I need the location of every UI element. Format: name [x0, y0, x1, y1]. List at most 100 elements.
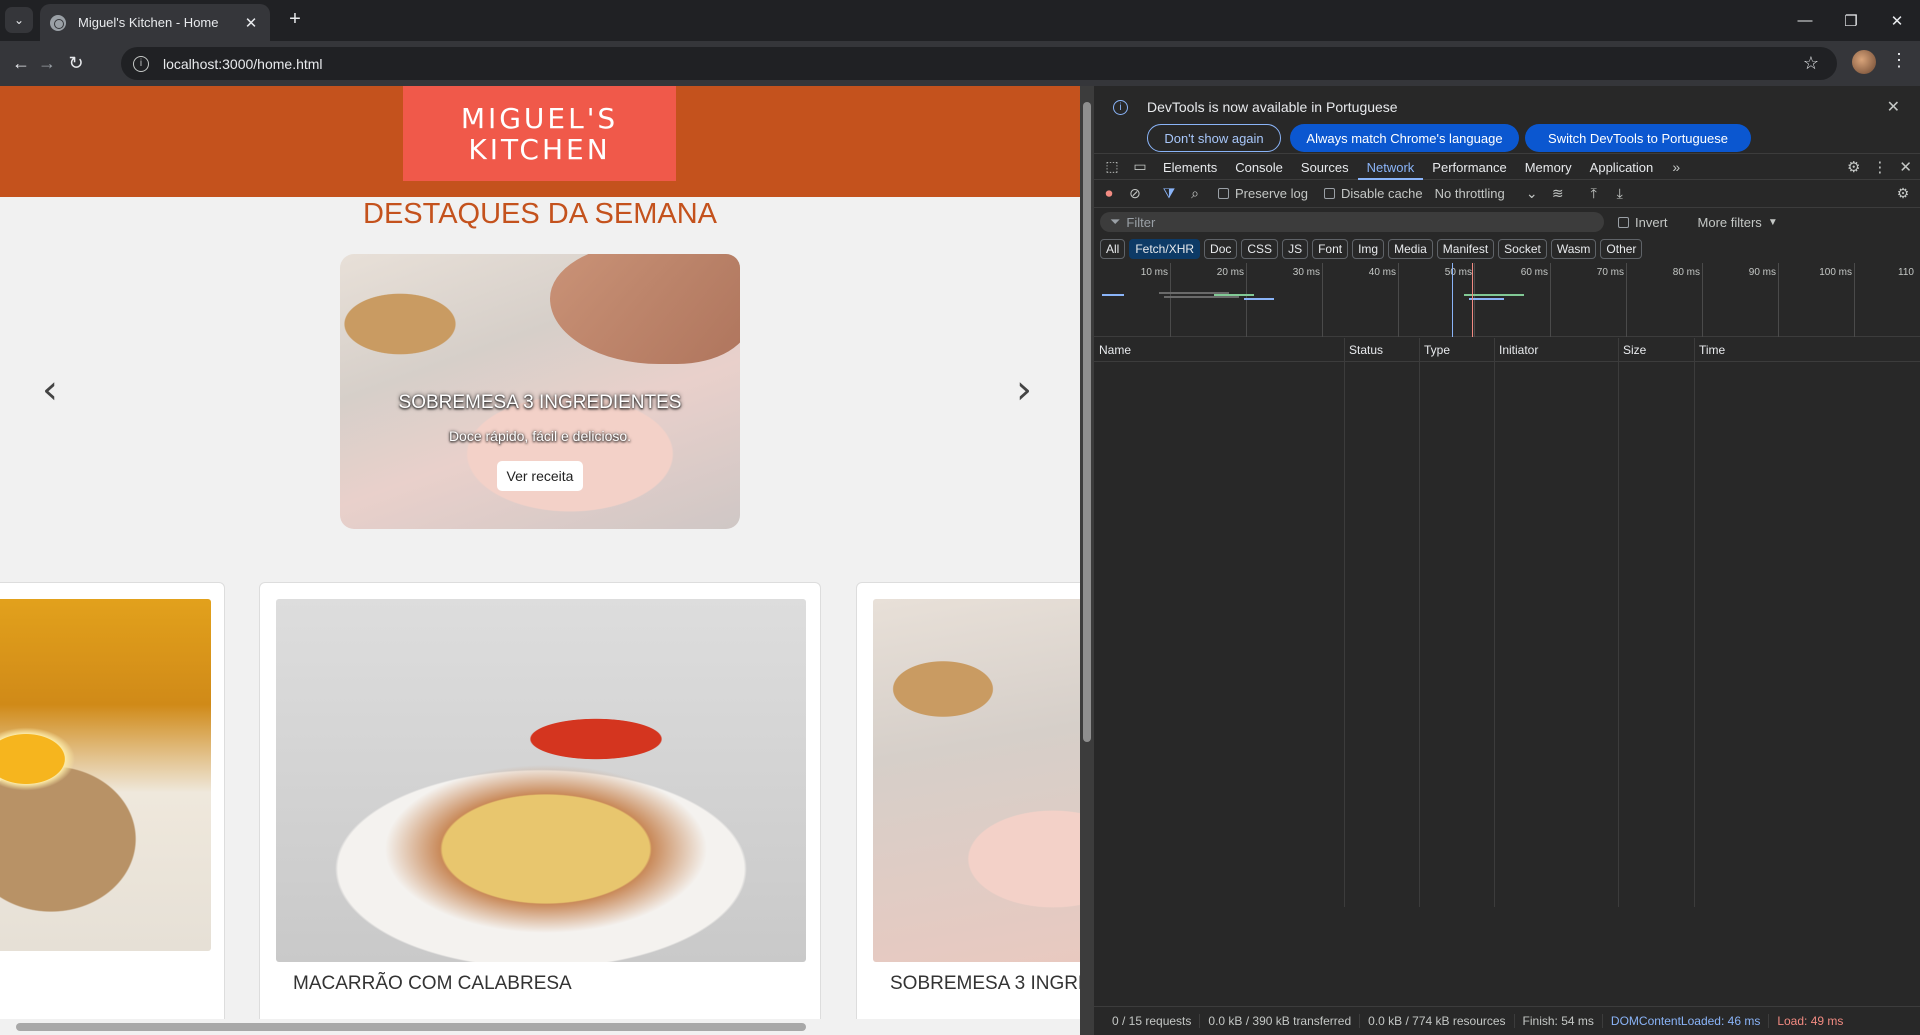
close-infobar-icon[interactable]: ✕ — [1887, 97, 1900, 117]
preserve-log-checkbox[interactable] — [1218, 188, 1229, 199]
vertical-scrollbar[interactable] — [1080, 86, 1094, 1035]
column-status[interactable]: Status — [1344, 338, 1383, 362]
export-har-icon[interactable]: ⤓ — [1607, 185, 1633, 202]
timeline-gridline — [1322, 263, 1323, 337]
disable-cache-checkbox[interactable] — [1323, 188, 1335, 199]
horizontal-scrollbar[interactable] — [0, 1019, 1080, 1035]
devtools-tabbar: ⬚ ▭ Elements Console Sources Network Per… — [1094, 154, 1920, 180]
tab-memory[interactable]: Memory — [1516, 154, 1581, 180]
forward-arrow-icon[interactable]: → — [34, 50, 60, 76]
tab-console[interactable]: Console — [1226, 154, 1292, 180]
recipe-photo — [873, 599, 1080, 962]
type-filter-fetch-xhr[interactable]: Fetch/XHR — [1129, 239, 1201, 259]
browser-toolbar: ← → ↻ i localhost:3000/home.html ☆ ⋮ — [0, 41, 1920, 86]
tab-network[interactable]: Network — [1357, 154, 1424, 180]
timeline-request-bar — [1102, 294, 1124, 296]
inspect-element-icon[interactable]: ⬚ — [1098, 158, 1126, 175]
device-toolbar-icon[interactable]: ▭ — [1126, 158, 1154, 175]
record-stop-icon[interactable]: ⏺ — [1096, 185, 1122, 202]
active-tab[interactable]: Miguel's Kitchen - Home ✕ — [40, 4, 270, 41]
tab-sources[interactable]: Sources — [1292, 154, 1358, 180]
tab-search-chevron-icon[interactable]: ⌄ — [5, 7, 33, 33]
recipe-card[interactable]: SOBREMESA 3 INGRE — [856, 582, 1080, 1035]
close-window-icon[interactable]: ✕ — [1874, 0, 1920, 41]
type-filter-wasm[interactable]: Wasm — [1550, 239, 1597, 259]
dont-show-again-button[interactable]: Don't show again — [1147, 124, 1281, 152]
language-message: DevTools is now available in Portuguese — [1147, 99, 1398, 115]
search-icon[interactable]: ⌕ — [1182, 185, 1208, 202]
network-overview-timeline[interactable]: 10 ms 20 ms 30 ms 40 ms 50 ms 60 ms 70 m… — [1094, 263, 1920, 337]
filter-funnel-icon[interactable]: ⧩ — [1156, 185, 1182, 202]
type-filter-font[interactable]: Font — [1312, 239, 1349, 259]
throttling-select[interactable]: No throttling — [1435, 186, 1505, 201]
type-filter-socket[interactable]: Socket — [1498, 239, 1547, 259]
back-arrow-icon[interactable]: ← — [8, 50, 34, 76]
devtools-actions: ⚙ ⋮ ✕ — [1847, 154, 1912, 180]
timeline-tick-label: 40 ms — [1368, 267, 1396, 278]
view-recipe-button[interactable]: Ver receita — [497, 461, 583, 491]
tab-title: Miguel's Kitchen - Home — [78, 15, 219, 30]
profile-avatar[interactable] — [1852, 50, 1876, 74]
throttling-chevron-icon[interactable]: ⌄ — [1519, 185, 1545, 202]
import-har-icon[interactable]: ⤒ — [1581, 185, 1607, 202]
recipe-photo — [276, 599, 806, 962]
address-bar[interactable]: i localhost:3000/home.html ☆ — [121, 47, 1837, 80]
more-tabs-icon[interactable]: » — [1662, 159, 1690, 175]
timeline-tick-label: 10 ms — [1140, 267, 1168, 278]
type-filter-doc[interactable]: Doc — [1204, 239, 1238, 259]
switch-to-portuguese-button[interactable]: Switch DevTools to Portuguese — [1525, 124, 1751, 152]
devtools-menu-icon[interactable]: ⋮ — [1872, 158, 1887, 176]
more-filters-chevron-icon[interactable]: ▼ — [1768, 217, 1778, 228]
timeline-gridline — [1246, 263, 1247, 337]
timeline-tick-label: 100 ms — [1819, 267, 1852, 278]
clear-icon[interactable]: ⊘ — [1122, 185, 1148, 202]
invert-checkbox[interactable] — [1618, 216, 1629, 228]
column-size[interactable]: Size — [1618, 338, 1646, 362]
restore-icon[interactable]: ❐ — [1828, 0, 1874, 41]
filter-input[interactable]: ⏷ Filter — [1100, 212, 1604, 232]
bookmark-star-icon[interactable]: ☆ — [1803, 53, 1819, 74]
requests-table-header: Name Status Type Initiator Size Time — [1094, 338, 1920, 362]
more-filters-dropdown[interactable]: More filters — [1698, 215, 1762, 230]
section-title: DESTAQUES DA SEMANA — [363, 198, 717, 230]
minimize-icon[interactable]: — — [1782, 0, 1828, 41]
tab-performance[interactable]: Performance — [1423, 154, 1515, 180]
close-tab-icon[interactable]: ✕ — [242, 14, 260, 32]
new-tab-icon[interactable]: + — [283, 8, 307, 31]
recipe-card[interactable]: MACARRÃO COM CALABRESA — [259, 582, 821, 1035]
tab-application[interactable]: Application — [1581, 154, 1663, 180]
column-initiator[interactable]: Initiator — [1494, 338, 1538, 362]
column-name[interactable]: Name — [1094, 338, 1131, 362]
site-info-icon[interactable]: i — [133, 55, 149, 72]
network-settings-icon[interactable]: ⚙ — [1890, 185, 1916, 202]
url-text[interactable]: localhost:3000/home.html — [163, 56, 323, 72]
carousel-prev-button[interactable]: ‹ — [42, 370, 58, 410]
load-marker — [1472, 263, 1473, 337]
tab-elements[interactable]: Elements — [1154, 154, 1226, 180]
page-viewport: MIGUEL'S KITCHEN DESTAQUES DA SEMANA ‹ ›… — [0, 86, 1080, 1035]
always-match-language-button[interactable]: Always match Chrome's language — [1290, 124, 1519, 152]
carousel-next-button[interactable]: › — [1016, 370, 1032, 410]
horizontal-scrollbar-thumb[interactable] — [16, 1023, 806, 1031]
vertical-scrollbar-thumb[interactable] — [1083, 102, 1091, 742]
browser-menu-icon[interactable]: ⋮ — [1890, 50, 1908, 71]
close-devtools-icon[interactable]: ✕ — [1899, 158, 1912, 176]
site-logo[interactable]: MIGUEL'S KITCHEN — [403, 86, 676, 181]
type-filter-other[interactable]: Other — [1600, 239, 1643, 259]
type-filter-manifest[interactable]: Manifest — [1436, 239, 1495, 259]
slide-photo — [550, 254, 740, 364]
settings-gear-icon[interactable]: ⚙ — [1847, 158, 1860, 176]
reload-icon[interactable]: ↻ — [63, 50, 89, 76]
type-filter-all[interactable]: All — [1100, 239, 1126, 259]
column-time[interactable]: Time — [1694, 338, 1725, 362]
type-filter-js[interactable]: JS — [1282, 239, 1309, 259]
network-conditions-icon[interactable]: ≋ — [1545, 185, 1571, 202]
type-filter-img[interactable]: Img — [1352, 239, 1385, 259]
type-filter-media[interactable]: Media — [1388, 239, 1433, 259]
logo-line-2: KITCHEN — [468, 132, 611, 166]
timeline-gridline — [1474, 263, 1475, 337]
recipe-card[interactable] — [0, 582, 225, 1035]
slide-title: SOBREMESA 3 INGREDIENTES — [398, 392, 682, 413]
column-type[interactable]: Type — [1419, 338, 1450, 362]
type-filter-css[interactable]: CSS — [1241, 239, 1279, 259]
